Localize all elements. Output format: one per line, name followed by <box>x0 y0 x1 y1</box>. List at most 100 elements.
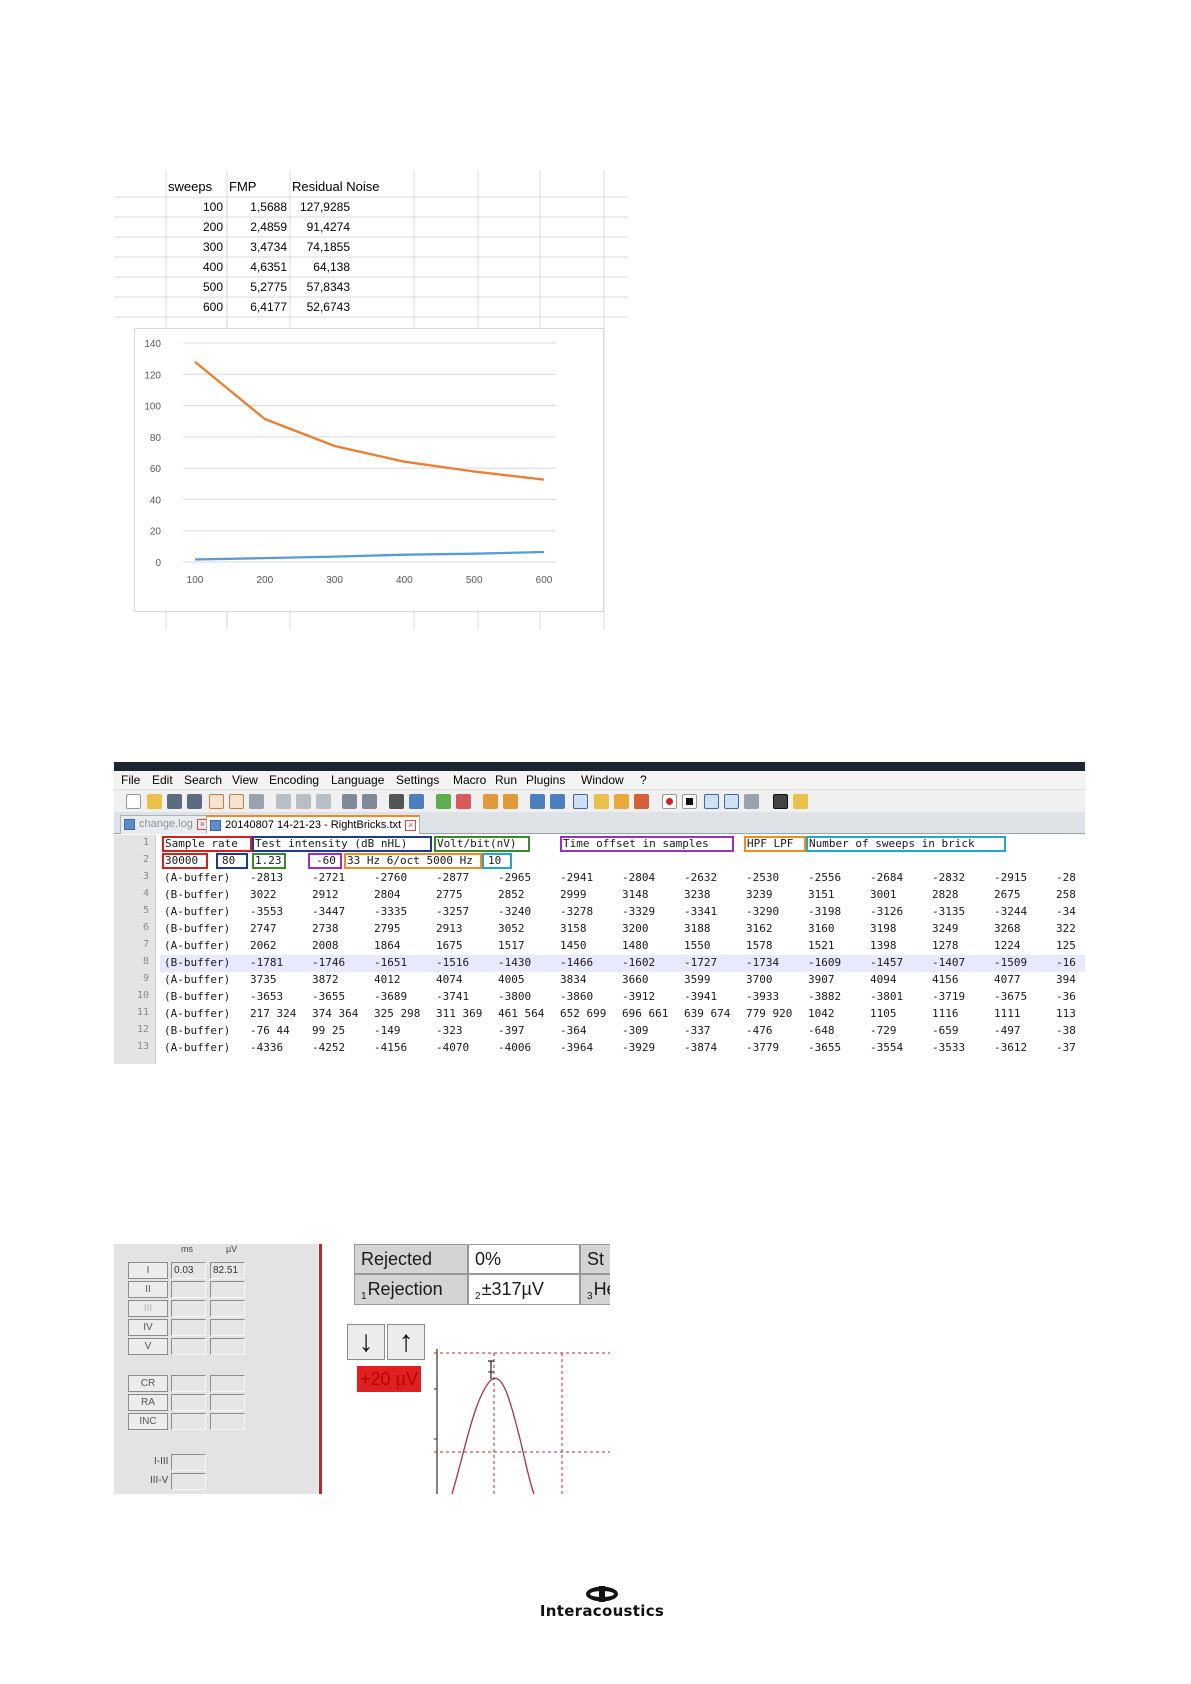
scale-up-button[interactable]: ↑ <box>387 1324 425 1360</box>
play-macro-icon[interactable] <box>704 794 719 809</box>
cr-button[interactable]: CR <box>128 1375 168 1392</box>
buffer-value: 3022 <box>250 888 277 901</box>
buffer-value: -1457 <box>870 956 904 969</box>
buffer-label: (B-buffer) <box>164 990 231 1003</box>
doc-map-icon[interactable] <box>594 794 609 809</box>
line-number: 4 <box>142 888 149 899</box>
peak-ii-amplitude <box>210 1281 245 1298</box>
copy-icon[interactable] <box>296 794 311 809</box>
menu-run[interactable]: Run <box>495 773 517 787</box>
stop-macro-icon[interactable] <box>682 794 697 809</box>
close-all-icon[interactable] <box>229 794 244 809</box>
word-wrap-icon[interactable] <box>530 794 545 809</box>
status-cell: St <box>580 1244 610 1274</box>
buffer-value: -3882 <box>808 990 842 1003</box>
line-chart-plot: 0 20 40 60 80 100 120 140 100 200 300 400 500 600 <box>144 339 556 586</box>
save-all-icon[interactable] <box>187 794 202 809</box>
buffer-value: 652 699 <box>560 1007 607 1020</box>
tab-change-log[interactable]: change.log × <box>120 815 212 834</box>
buffer-value: -1734 <box>746 956 780 969</box>
sync-horizontal-icon[interactable] <box>503 794 518 809</box>
field-hpf-lpf-label: HPF LPF <box>747 837 794 850</box>
open-file-icon[interactable] <box>147 794 162 809</box>
save-macro-icon[interactable] <box>744 794 759 809</box>
buffer-value: 3907 <box>808 973 835 986</box>
buffer-value: 322 <box>1056 922 1076 935</box>
buffer-value: 1550 <box>684 939 711 952</box>
buffer-value: 639 674 <box>684 1007 731 1020</box>
buffer-value: -1430 <box>498 956 532 969</box>
menu-settings[interactable]: Settings <box>396 773 439 787</box>
text-editor[interactable]: 1 2 3 4 5 6 7 8 9 10 11 12 13 Sample rat… <box>114 835 1085 1064</box>
run-macro-multiple-icon[interactable] <box>724 794 739 809</box>
peak-i-button[interactable]: I <box>128 1262 168 1279</box>
tab-right-bricks[interactable]: 20140807 14-21-23 - RightBricks.txt × <box>206 815 421 834</box>
paste-icon[interactable] <box>316 794 331 809</box>
tab-label: 20140807 14-21-23 - RightBricks.txt <box>225 819 402 831</box>
sync-vertical-icon[interactable] <box>483 794 498 809</box>
menu-macro[interactable]: Macro <box>453 773 486 787</box>
buffer-value: 1105 <box>870 1007 897 1020</box>
field-sample-rate-label: Sample rate <box>165 837 238 850</box>
peak-ii-button[interactable]: II <box>128 1281 168 1298</box>
buffer-value: -497 <box>994 1024 1021 1037</box>
buffer-value: 3188 <box>684 922 711 935</box>
replace-icon[interactable] <box>409 794 424 809</box>
buffer-value: -3874 <box>684 1041 718 1054</box>
spell-check-icon[interactable] <box>773 794 788 809</box>
buffer-value: -2530 <box>746 871 780 884</box>
y-tick-label: 140 <box>144 339 161 350</box>
buffer-value: 113 <box>1056 1007 1076 1020</box>
menu-encoding[interactable]: Encoding <box>269 773 319 787</box>
buffer-value: -37 <box>1056 1041 1076 1054</box>
header-fmp: FMP <box>229 179 257 194</box>
menu-search[interactable]: Search <box>184 773 222 787</box>
record-macro-icon[interactable] <box>662 794 677 809</box>
buffer-value: 2912 <box>312 888 339 901</box>
zoom-in-icon[interactable] <box>436 794 451 809</box>
buffer-value: 3599 <box>684 973 711 986</box>
show-all-chars-icon[interactable] <box>550 794 565 809</box>
inc-value-1 <box>171 1413 206 1430</box>
menu-help[interactable]: ? <box>640 773 647 787</box>
ra-button[interactable]: RA <box>128 1394 168 1411</box>
buffer-value: -323 <box>436 1024 463 1037</box>
menu-view[interactable]: View <box>232 773 258 787</box>
scale-down-button[interactable]: ↓ <box>347 1324 385 1360</box>
inc-button[interactable]: INC <box>128 1413 168 1430</box>
buffer-value: -34 <box>1056 905 1076 918</box>
buffer-value: 1578 <box>746 939 773 952</box>
buffer-value: -3135 <box>932 905 966 918</box>
new-file-icon[interactable] <box>126 794 141 809</box>
cell-residual-noise: 64,138 <box>313 260 350 274</box>
indent-guide-icon[interactable] <box>573 794 588 809</box>
zoom-out-icon[interactable] <box>456 794 471 809</box>
peak-ii-latency <box>171 1281 206 1298</box>
print-icon[interactable] <box>249 794 264 809</box>
buffer-value: 1480 <box>622 939 649 952</box>
menu-edit[interactable]: Edit <box>152 773 173 787</box>
buffer-value: -2804 <box>622 871 656 884</box>
menu-window[interactable]: Window <box>581 773 624 787</box>
menu-file[interactable]: File <box>121 773 140 787</box>
function-list-icon[interactable] <box>614 794 629 809</box>
folder-workspace-icon[interactable] <box>634 794 649 809</box>
buffer-value: 1111 <box>994 1007 1021 1020</box>
peak-iv-button[interactable]: IV <box>128 1319 168 1336</box>
redo-icon[interactable] <box>362 794 377 809</box>
menu-plugins[interactable]: Plugins <box>526 773 565 787</box>
buffer-label: (A-buffer) <box>164 905 231 918</box>
plugin-icon[interactable] <box>793 794 808 809</box>
undo-icon[interactable] <box>342 794 357 809</box>
close-icon[interactable]: × <box>405 820 417 831</box>
peak-iii-button[interactable]: III <box>128 1300 168 1317</box>
peak-v-button[interactable]: V <box>128 1338 168 1355</box>
buffer-value: -3612 <box>994 1041 1028 1054</box>
find-icon[interactable] <box>389 794 404 809</box>
close-file-icon[interactable] <box>209 794 224 809</box>
buffer-value: -659 <box>932 1024 959 1037</box>
buffer-value: 2852 <box>498 888 525 901</box>
save-icon[interactable] <box>167 794 182 809</box>
cut-icon[interactable] <box>276 794 291 809</box>
menu-language[interactable]: Language <box>331 773 384 787</box>
